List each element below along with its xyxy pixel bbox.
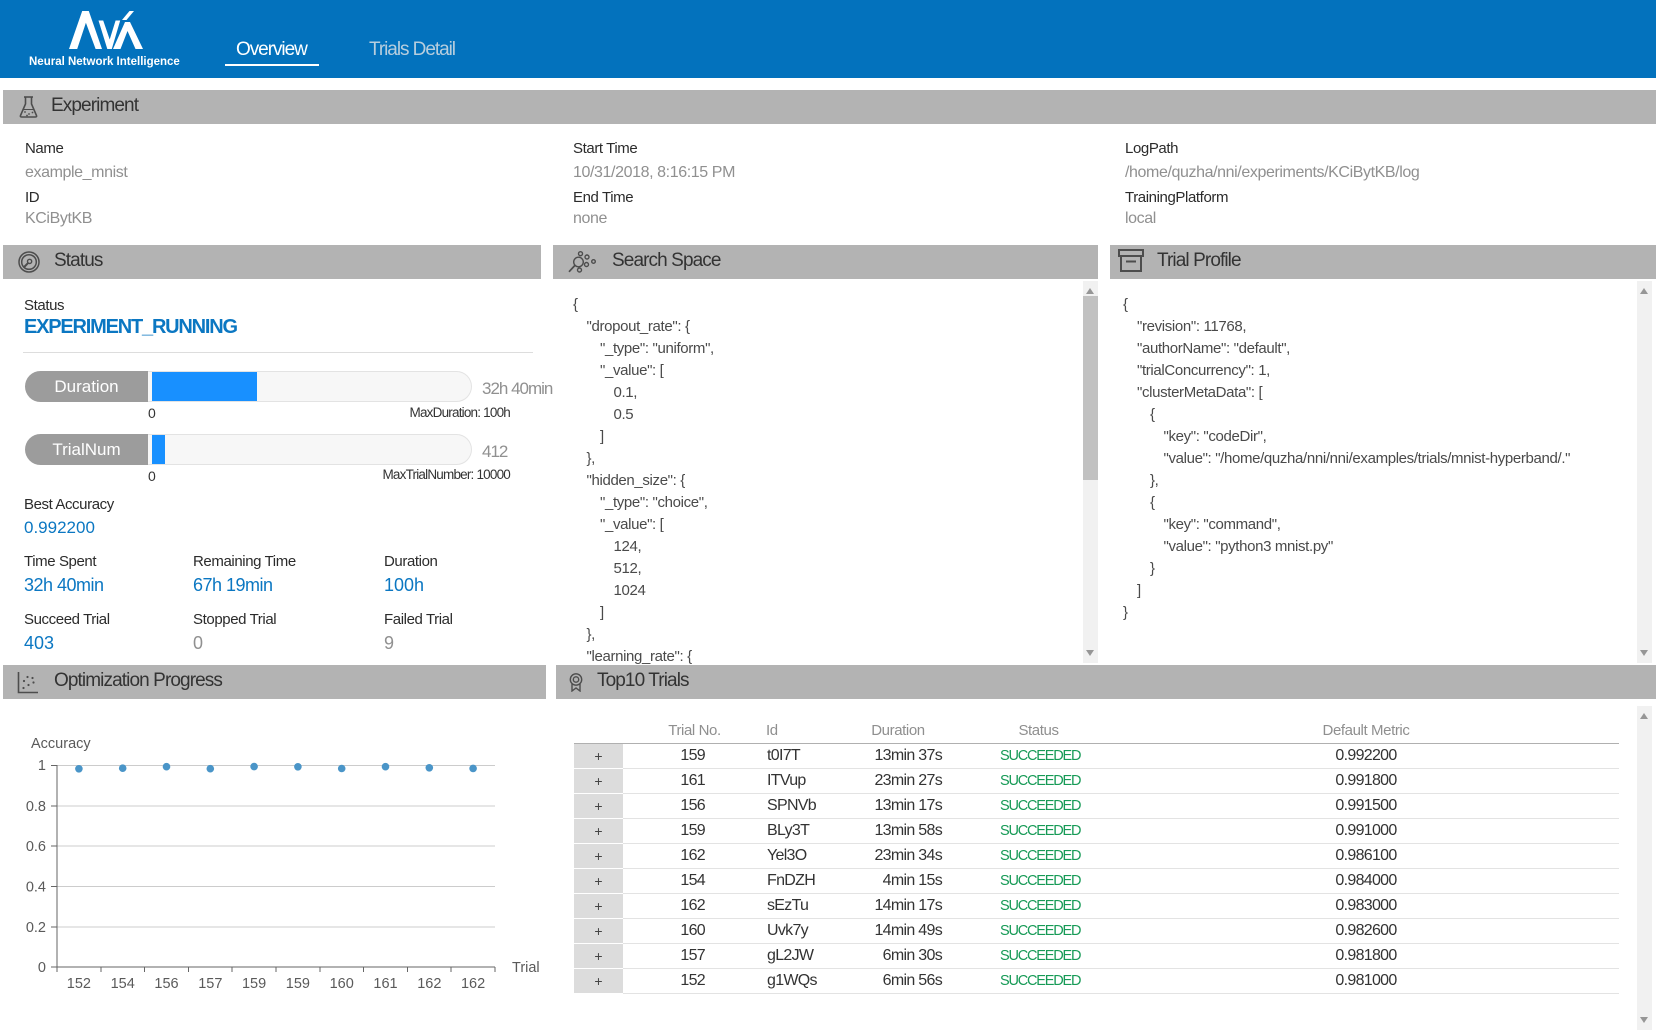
svg-text:156: 156 [154,976,178,992]
svg-text:1: 1 [38,758,46,774]
svg-text:157: 157 [198,976,222,992]
svg-text:154: 154 [111,976,135,992]
svg-text:161: 161 [373,976,397,992]
svg-text:160: 160 [330,976,354,992]
svg-text:Trial: Trial [512,960,540,976]
svg-text:0.4: 0.4 [26,880,46,896]
svg-text:152: 152 [67,976,91,992]
svg-text:Accuracy: Accuracy [31,736,91,752]
svg-text:162: 162 [417,976,441,992]
svg-text:0.8: 0.8 [26,799,46,815]
svg-text:159: 159 [242,976,266,992]
svg-text:0.2: 0.2 [26,920,46,936]
svg-text:162: 162 [461,976,485,992]
svg-text:0.6: 0.6 [26,839,46,855]
svg-text:159: 159 [286,976,310,992]
svg-text:0: 0 [38,960,46,976]
